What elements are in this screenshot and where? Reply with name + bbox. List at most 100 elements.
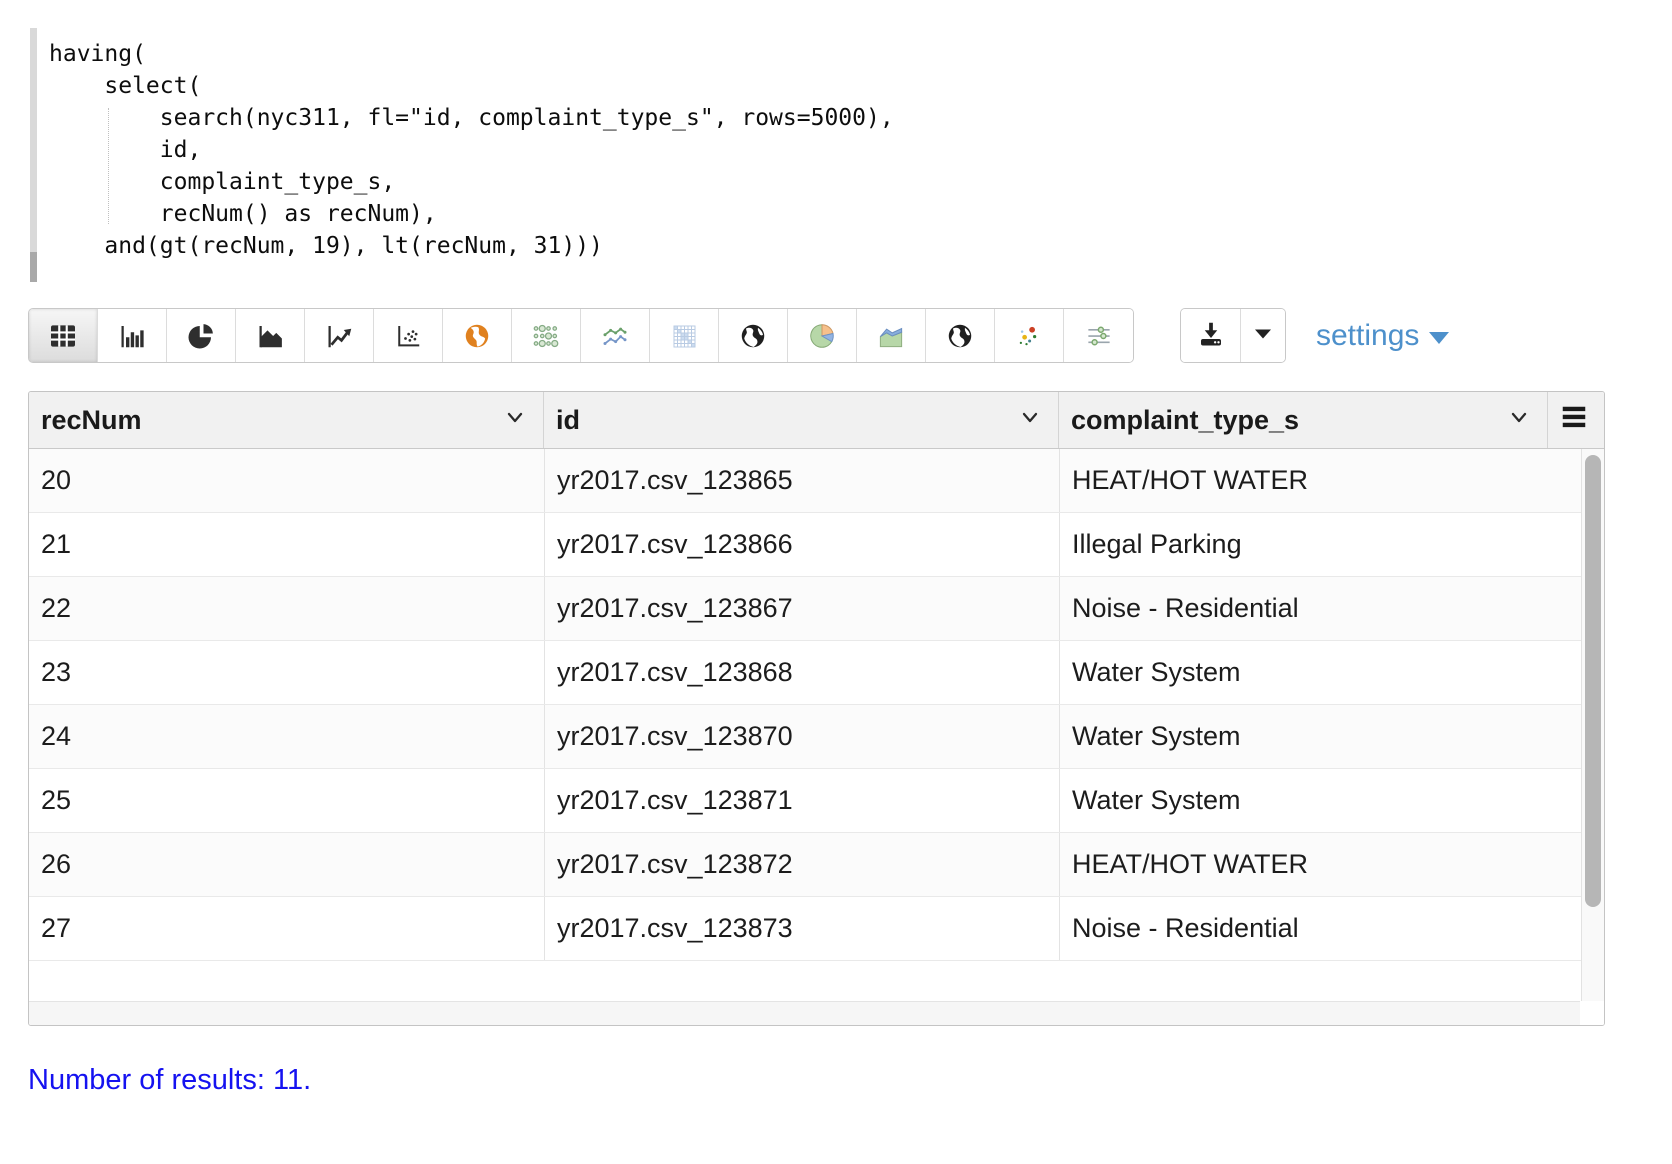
- sliders-icon: [1084, 321, 1114, 351]
- table-row: 23 yr2017.csv_123868 Water System: [29, 641, 1604, 705]
- chart-type-button-globe-dark2[interactable]: [926, 309, 995, 362]
- area-chart-icon: [255, 321, 285, 351]
- table-row: 24 yr2017.csv_123870 Water System: [29, 705, 1604, 769]
- cell-id: yr2017.csv_123871: [544, 769, 1059, 832]
- cell-recnum: 24: [29, 705, 544, 768]
- vertical-scrollbar-track[interactable]: [1581, 449, 1604, 1001]
- chevron-down-icon[interactable]: [1018, 405, 1042, 436]
- code-line: recNum() as recNum),: [49, 198, 894, 230]
- chevron-down-icon[interactable]: [1507, 405, 1531, 436]
- column-label: id: [556, 405, 580, 436]
- column-label: recNum: [41, 405, 142, 436]
- chart-type-button-globe-orange[interactable]: [443, 309, 512, 362]
- caret-down-icon: [1429, 332, 1449, 344]
- cell-recnum: 20: [29, 449, 544, 512]
- chart-type-button-multi-line-chart[interactable]: [581, 309, 650, 362]
- code-gutter: [30, 28, 37, 282]
- chart-type-button-area-chart-color[interactable]: [857, 309, 926, 362]
- cell-complaint-type: HEAT/HOT WATER: [1059, 833, 1581, 896]
- code-line: and(gt(recNum, 19), lt(recNum, 31))): [49, 230, 894, 262]
- scatter-plot-icon: [393, 321, 423, 351]
- hamburger-menu-icon: [1559, 404, 1589, 437]
- download-group: [1180, 308, 1286, 363]
- cell-complaint-type: Water System: [1059, 705, 1581, 768]
- table-row: 26 yr2017.csv_123872 HEAT/HOT WATER: [29, 833, 1604, 897]
- settings-link[interactable]: settings: [1316, 319, 1449, 353]
- column-header-complaint-type[interactable]: complaint_type_s: [1059, 392, 1548, 448]
- chevron-down-icon[interactable]: [503, 405, 527, 436]
- code-line: search(nyc311, fl="id, complaint_type_s"…: [49, 102, 894, 134]
- cell-id: yr2017.csv_123865: [544, 449, 1059, 512]
- cell-id: yr2017.csv_123867: [544, 577, 1059, 640]
- download-icon: [1196, 319, 1226, 352]
- table-row: 27 yr2017.csv_123873 Noise - Residential: [29, 897, 1604, 961]
- chart-type-button-bar-chart[interactable]: [98, 309, 167, 362]
- table-row: 25 yr2017.csv_123871 Water System: [29, 769, 1604, 833]
- chart-type-button-globe-dark[interactable]: [719, 309, 788, 362]
- cell-complaint-type: Illegal Parking: [1059, 513, 1581, 576]
- table-row: 21 yr2017.csv_123866 Illegal Parking: [29, 513, 1604, 577]
- settings-label: settings: [1316, 319, 1419, 353]
- horizontal-scrollbar-track[interactable]: [29, 1001, 1604, 1025]
- column-label: complaint_type_s: [1071, 405, 1299, 436]
- vertical-scrollbar-thumb[interactable]: [1585, 455, 1601, 907]
- download-dropdown-button[interactable]: [1241, 309, 1285, 362]
- heatmap-icon: [669, 321, 699, 351]
- cell-recnum: 22: [29, 577, 544, 640]
- table-icon: [47, 320, 79, 352]
- code-editor[interactable]: having( select( search(nyc311, fl="id, c…: [30, 28, 1672, 282]
- cell-complaint-type: Water System: [1059, 641, 1581, 704]
- table-row: 20 yr2017.csv_123865 HEAT/HOT WATER: [29, 449, 1604, 513]
- pie-chart-color-icon: [807, 321, 837, 351]
- chart-type-button-line-chart[interactable]: [305, 309, 374, 362]
- cell-id: yr2017.csv_123873: [544, 897, 1059, 960]
- cell-complaint-type: HEAT/HOT WATER: [1059, 449, 1581, 512]
- cell-recnum: 21: [29, 513, 544, 576]
- globe-dark-icon: [738, 321, 768, 351]
- code-line: select(: [49, 70, 894, 102]
- code-text: having( select( search(nyc311, fl="id, c…: [37, 28, 894, 282]
- result-table: recNum id complaint_type_s: [28, 391, 1605, 1026]
- download-button[interactable]: [1181, 309, 1241, 362]
- cell-recnum: 27: [29, 897, 544, 960]
- chart-type-button-table[interactable]: [29, 309, 98, 362]
- globe-dark2-icon: [945, 321, 975, 351]
- table-menu-button[interactable]: [1548, 392, 1604, 448]
- chart-type-button-scatter-plot[interactable]: [374, 309, 443, 362]
- scatter-color-icon: [1014, 321, 1044, 351]
- chart-type-button-sliders[interactable]: [1064, 309, 1133, 362]
- chart-type-button-heatmap[interactable]: [650, 309, 719, 362]
- area-chart-color-icon: [876, 321, 906, 351]
- cell-id: yr2017.csv_123870: [544, 705, 1059, 768]
- results-count-text: Number of results: 11.: [28, 1064, 1672, 1097]
- multi-line-chart-icon: [600, 321, 630, 351]
- chart-toolbar: settings: [28, 308, 1672, 363]
- column-header-id[interactable]: id: [544, 392, 1059, 448]
- code-line: having(: [49, 38, 894, 70]
- table-header-row: recNum id complaint_type_s: [29, 392, 1604, 449]
- globe-orange-icon: [462, 321, 492, 351]
- column-header-recnum[interactable]: recNum: [29, 392, 544, 448]
- table-row: 22 yr2017.csv_123867 Noise - Residential: [29, 577, 1604, 641]
- chart-type-button-bubble-grid[interactable]: [512, 309, 581, 362]
- cell-complaint-type: Water System: [1059, 769, 1581, 832]
- cell-recnum: 23: [29, 641, 544, 704]
- cell-id: yr2017.csv_123866: [544, 513, 1059, 576]
- code-line: complaint_type_s,: [49, 166, 894, 198]
- cell-recnum: 26: [29, 833, 544, 896]
- chart-type-button-area-chart[interactable]: [236, 309, 305, 362]
- cell-id: yr2017.csv_123868: [544, 641, 1059, 704]
- chart-type-button-scatter-color[interactable]: [995, 309, 1064, 362]
- chart-type-group: [28, 308, 1134, 363]
- bubble-grid-icon: [531, 321, 561, 351]
- cell-complaint-type: Noise - Residential: [1059, 897, 1581, 960]
- cell-recnum: 25: [29, 769, 544, 832]
- pie-chart-icon: [186, 321, 216, 351]
- chart-type-button-pie-chart[interactable]: [167, 309, 236, 362]
- line-chart-icon: [324, 321, 354, 351]
- chart-type-button-pie-chart-color[interactable]: [788, 309, 857, 362]
- caret-down-icon: [1252, 327, 1274, 344]
- table-body: 20 yr2017.csv_123865 HEAT/HOT WATER 21 y…: [29, 449, 1604, 1001]
- cell-id: yr2017.csv_123872: [544, 833, 1059, 896]
- notebook-paragraph: having( select( search(nyc311, fl="id, c…: [0, 0, 1672, 1097]
